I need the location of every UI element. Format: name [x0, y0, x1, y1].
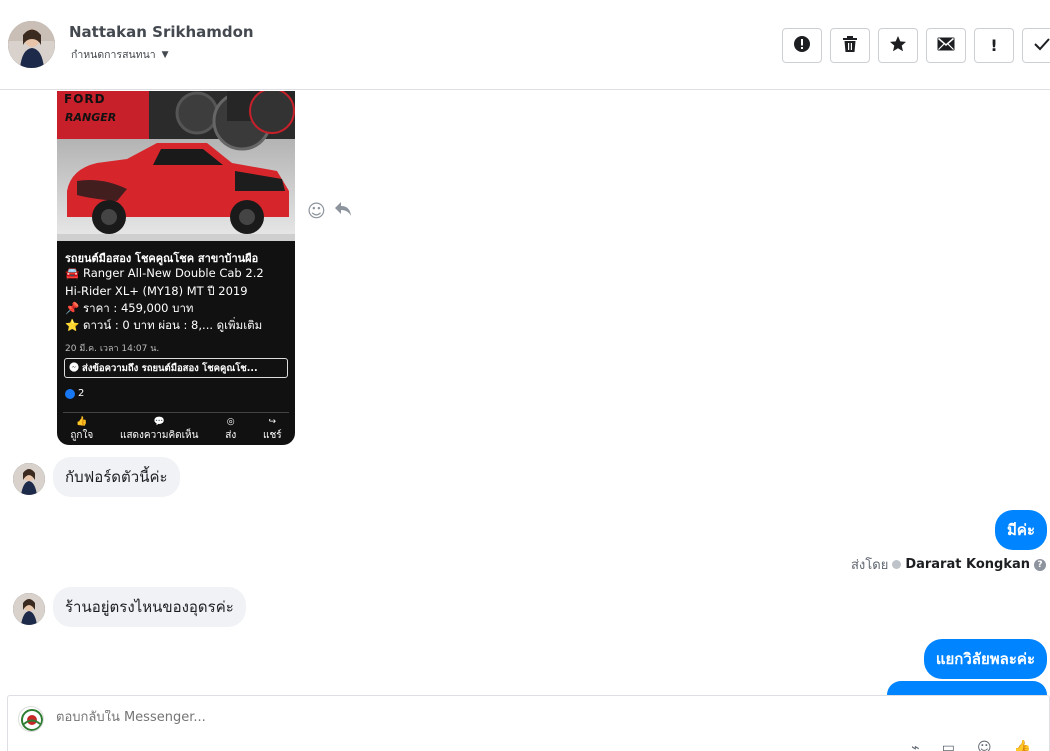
- react-emoji-icon[interactable]: ☺: [307, 201, 326, 222]
- post-comment-button[interactable]: 💬 แสดงความคิดเห็น: [120, 417, 198, 443]
- star-button[interactable]: [878, 28, 918, 63]
- conversation-options-label: กำหนดการสนทนา: [71, 49, 156, 61]
- outgoing-message[interactable]: แยกวิลัยพละค่ะ: [923, 639, 1047, 679]
- reaction-count: 2: [78, 388, 85, 399]
- incoming-message[interactable]: ร้านอยู่ตรงไหนของอุดรค่ะ: [53, 587, 246, 627]
- conversation-options[interactable]: กำหนดการสนทนา ▼: [71, 46, 169, 63]
- brand-text: FORD: [64, 92, 106, 106]
- mark-unread-button[interactable]: [926, 28, 966, 63]
- post-divider: [63, 412, 289, 413]
- contact-avatar-small[interactable]: [13, 593, 45, 625]
- messenger-conversation-page: Nattakan Srikhamdon กำหนดการสนทนา ▼ ! FO…: [0, 0, 1050, 751]
- shared-post-card[interactable]: FORD RANGER รถยนต์มือสอง โชคคูณโชค สาขาบ…: [57, 91, 295, 445]
- post-send-message-label: ส่งข้อความถึง รถยนต์มือสอง โชคคูณโช...: [82, 362, 258, 374]
- incoming-message[interactable]: กับฟอร์ดตัวนี้ค่ะ: [53, 457, 180, 497]
- sender-name: Dararat Kongkan: [905, 557, 1030, 572]
- page-avatar: [18, 706, 44, 732]
- mark-done-button[interactable]: [1022, 28, 1050, 63]
- post-text-line: 🚘 Ranger All-New Double Cab 2.2: [65, 266, 264, 280]
- sent-by-info: ส่งโดย Dararat Kongkan ?: [851, 554, 1046, 575]
- post-comment-label: แสดงความคิดเห็น: [120, 430, 199, 441]
- report-spam-button[interactable]: [782, 28, 822, 63]
- check-icon: [1033, 36, 1050, 55]
- conversation-toolbar: !: [782, 28, 1050, 63]
- envelope-icon: [937, 36, 955, 55]
- star-icon: [889, 35, 907, 57]
- share-icon: ↪: [268, 417, 277, 427]
- reply-composer: ⌁ ▭ ☺ 👍: [7, 695, 1050, 751]
- help-icon[interactable]: ?: [1034, 558, 1046, 571]
- alert-circle-icon: [793, 35, 811, 57]
- delete-button[interactable]: [830, 28, 870, 63]
- outgoing-message[interactable]: มีค่ะ: [995, 510, 1047, 550]
- post-share-button[interactable]: ↪ แชร์: [263, 417, 282, 443]
- contact-avatar[interactable]: [8, 21, 55, 68]
- trash-icon: [842, 35, 858, 57]
- post-date: 20 มี.ค. เวลา 14:07 น.: [65, 344, 160, 354]
- conversation-header: Nattakan Srikhamdon กำหนดการสนทนา ▼ !: [0, 0, 1050, 90]
- comment-icon: 💬: [153, 417, 165, 427]
- emoji-icon[interactable]: ☺: [977, 740, 992, 751]
- like-reaction-icon: [65, 388, 75, 399]
- reply-input[interactable]: [56, 710, 756, 725]
- caret-down-icon: ▼: [161, 49, 169, 60]
- post-actions: 👍 ถูกใจ 💬 แสดงความคิดเห็น ◎ ส่ง ↪ แชร์: [57, 417, 295, 443]
- post-text-line: 📌 ราคา : 459,000 บาท: [65, 301, 194, 315]
- model-text: RANGER: [65, 111, 117, 124]
- contact-name[interactable]: Nattakan Srikhamdon: [69, 23, 254, 41]
- thumbs-up-icon: 👍: [76, 417, 88, 427]
- message-hover-tools: ☺: [307, 201, 352, 222]
- exclamation-icon: !: [990, 36, 998, 55]
- like-icon[interactable]: 👍: [1014, 740, 1031, 751]
- post-send-message-button[interactable]: ส่งข้อความถึง รถยนต์มือสอง โชคคูณโช...: [64, 358, 288, 378]
- outgoing-message-partial[interactable]: [887, 681, 1047, 695]
- saved-reply-icon[interactable]: ▭: [942, 740, 955, 751]
- sender-status-icon: [892, 560, 902, 569]
- post-share-label: แชร์: [263, 430, 282, 441]
- post-title: รถยนต์มือสอง โชคคูณโชค สาขาบ้านผือ: [65, 252, 259, 265]
- follow-up-button[interactable]: !: [974, 28, 1014, 63]
- reply-icon[interactable]: [334, 201, 352, 222]
- post-like-button[interactable]: 👍 ถูกใจ: [70, 417, 93, 443]
- post-send-label: ส่ง: [225, 430, 237, 441]
- post-text-line: Hi-Rider XL+ (MY18) MT ปี 2019: [65, 284, 248, 298]
- attachment-icon[interactable]: ⌁: [911, 740, 919, 751]
- post-text-line[interactable]: ⭐ ดาวน์ : 0 บาท ผ่อน : 8,... ดูเพิ่มเติม: [65, 317, 291, 335]
- post-send-button[interactable]: ◎ ส่ง: [225, 417, 236, 443]
- message-thread[interactable]: FORD RANGER รถยนต์มือสอง โชคคูณโชค สาขาบ…: [0, 91, 1050, 695]
- post-like-label: ถูกใจ: [70, 430, 94, 441]
- composer-tools: ⌁ ▭ ☺ 👍: [911, 740, 1031, 751]
- messenger-icon: [69, 361, 79, 375]
- sent-by-prefix: ส่งโดย: [850, 558, 889, 573]
- messenger-icon: ◎: [226, 417, 235, 427]
- contact-avatar-small[interactable]: [13, 463, 45, 495]
- post-reactions[interactable]: 2: [65, 388, 84, 399]
